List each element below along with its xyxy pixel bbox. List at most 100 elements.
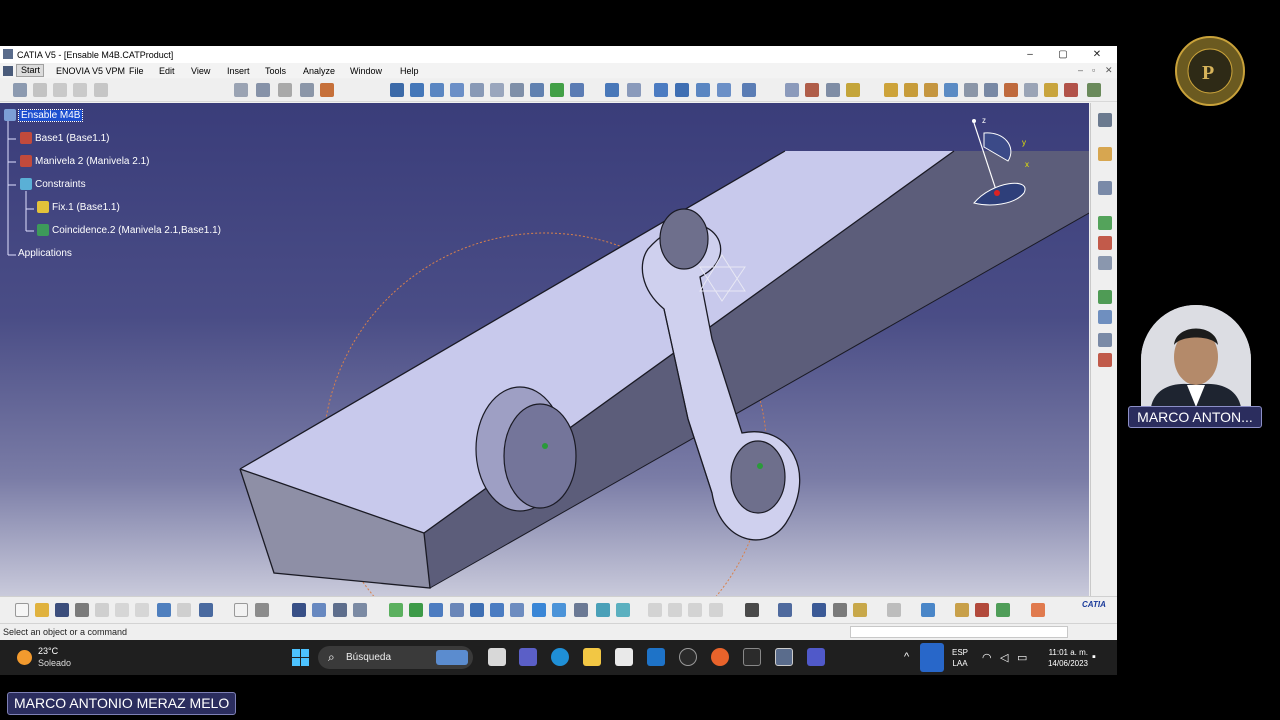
material-icon[interactable] <box>1044 83 1058 97</box>
taskbar-search[interactable]: ⌕ Búsqueda <box>318 646 473 669</box>
menu-start[interactable]: Start <box>16 64 44 77</box>
normal-view-bottom-icon[interactable] <box>510 603 524 617</box>
mdi-minimize-button[interactable]: – <box>1078 65 1083 75</box>
new-part-icon[interactable] <box>1098 256 1112 270</box>
hide-show-icon[interactable] <box>826 83 840 97</box>
bill-of-material-icon[interactable] <box>1098 353 1112 367</box>
undo-icon[interactable] <box>157 603 171 617</box>
tree-item-constraints-label[interactable]: Constraints <box>35 179 86 190</box>
windows-start-icon[interactable] <box>292 649 309 666</box>
open-file-icon[interactable] <box>35 603 49 617</box>
dmu-icon[interactable] <box>996 603 1010 617</box>
edge-icon[interactable] <box>551 648 569 666</box>
zoom-in-icon[interactable] <box>696 83 710 97</box>
product-structure-icon[interactable] <box>13 83 27 97</box>
catia-taskbar-icon[interactable] <box>775 648 793 666</box>
exploded-icon[interactable] <box>778 603 792 617</box>
apply-material-icon[interactable] <box>1064 83 1078 97</box>
zoom-out-icon[interactable] <box>717 83 731 97</box>
meet-icon[interactable] <box>519 648 537 666</box>
quick-constraint-icon[interactable] <box>510 83 524 97</box>
power-input-field[interactable] <box>850 626 1068 638</box>
base-pin-face[interactable] <box>503 403 577 509</box>
mdi-restore-button[interactable]: ▫ <box>1092 65 1095 75</box>
properties-icon[interactable] <box>1087 83 1101 97</box>
flag-note-icon[interactable] <box>1024 83 1038 97</box>
menu-help[interactable]: Help <box>400 66 419 76</box>
menu-enovia[interactable]: ENOVIA V5 VPM <box>56 66 125 76</box>
measure-item-icon[interactable] <box>904 83 918 97</box>
compass-icon[interactable]: z y x <box>962 111 1032 211</box>
dell-icon[interactable] <box>679 648 697 666</box>
catalog-browser-icon[interactable] <box>921 603 935 617</box>
graph-tree-icon[interactable] <box>1098 310 1112 324</box>
terminal-icon[interactable] <box>743 648 761 666</box>
taskbar-clock[interactable]: 11:01 a. m. 14/06/2023 <box>1038 647 1088 669</box>
crank-top-hole[interactable] <box>659 208 709 270</box>
help-icon[interactable] <box>199 603 213 617</box>
tree-item-fix[interactable]: Fix.1 (Base1.1) <box>37 201 120 215</box>
fit-all-icon[interactable] <box>627 83 641 97</box>
zoom-in-view-icon[interactable] <box>470 603 484 617</box>
redo-icon[interactable] <box>177 603 191 617</box>
explode-icon[interactable] <box>278 83 292 97</box>
tree-item-base-label[interactable]: Base1 (Base1.1) <box>35 133 110 144</box>
gear-icon[interactable] <box>1098 113 1112 127</box>
scan-icon[interactable] <box>964 83 978 97</box>
stop-manipulate-icon[interactable] <box>300 83 314 97</box>
manipulation-icon[interactable] <box>256 83 270 97</box>
tree-item-coincidence-label[interactable]: Coincidence.2 (Manivela 2.1,Base1.1) <box>52 225 221 236</box>
iso-view-icon[interactable] <box>785 83 799 97</box>
minimize-button[interactable]: – <box>1015 47 1045 62</box>
generate-numbering-icon[interactable] <box>1098 333 1112 347</box>
formula-icon[interactable] <box>234 603 248 617</box>
notifications-icon[interactable]: ▪ <box>1092 651 1096 663</box>
measure-between-icon[interactable] <box>884 83 898 97</box>
sync-icon[interactable] <box>887 603 901 617</box>
table-icon[interactable] <box>292 603 306 617</box>
hide-icon[interactable] <box>596 603 610 617</box>
comment-icon[interactable] <box>255 603 269 617</box>
menu-edit[interactable]: Edit <box>159 66 175 76</box>
select-icon[interactable] <box>1098 147 1112 161</box>
volume-icon[interactable]: ◁ <box>1000 651 1008 664</box>
catalog-icon[interactable] <box>33 83 47 97</box>
mdi-close-button[interactable]: ✕ <box>1105 65 1113 76</box>
store-icon[interactable] <box>615 648 633 666</box>
insert-product-icon[interactable] <box>73 83 87 97</box>
tree-expand-icon[interactable] <box>312 603 326 617</box>
3d-viewport[interactable]: z y x Ensable M4B Base1 (Base1.1) Manive… <box>0 103 1089 639</box>
fit-all-in-icon[interactable] <box>409 603 423 617</box>
normal-view-icon[interactable] <box>742 83 756 97</box>
menu-file[interactable]: File <box>129 66 144 76</box>
multi-view-icon[interactable] <box>532 603 546 617</box>
maximize-button[interactable]: ▢ <box>1048 47 1078 62</box>
tree-item-coincidence[interactable]: Coincidence.2 (Manivela 2.1,Base1.1) <box>37 224 221 238</box>
fix-component-icon[interactable] <box>470 83 484 97</box>
file-explorer-icon[interactable] <box>583 648 601 666</box>
sun-icon[interactable] <box>17 650 32 665</box>
filter-icon[interactable] <box>984 83 998 97</box>
crank-bottom-hole[interactable] <box>730 440 786 514</box>
snap-icon[interactable] <box>234 83 248 97</box>
section-icon[interactable] <box>833 603 847 617</box>
paste-icon[interactable] <box>135 603 149 617</box>
update-icon[interactable] <box>550 83 564 97</box>
menu-analyze[interactable]: Analyze <box>303 66 335 76</box>
clash-analysis-icon[interactable] <box>812 603 826 617</box>
menu-insert[interactable]: Insert <box>227 66 250 76</box>
chevron-up-icon[interactable]: ^ <box>904 651 909 663</box>
view-mode-icon[interactable] <box>574 603 588 617</box>
rotate-view-icon[interactable] <box>450 603 464 617</box>
cut-icon[interactable] <box>95 603 109 617</box>
new-component-icon[interactable] <box>1098 216 1112 230</box>
print-icon[interactable] <box>75 603 89 617</box>
fly-mode-icon[interactable] <box>605 83 619 97</box>
menu-view[interactable]: View <box>191 66 210 76</box>
firefox-icon[interactable] <box>711 648 729 666</box>
insert-component-icon[interactable] <box>53 83 67 97</box>
save-icon[interactable] <box>55 603 69 617</box>
task-view-icon[interactable] <box>488 648 506 666</box>
tree-item-manivela-label[interactable]: Manivela 2 (Manivela 2.1) <box>35 156 150 167</box>
language-indicator[interactable]: ESP LAA <box>952 647 968 669</box>
